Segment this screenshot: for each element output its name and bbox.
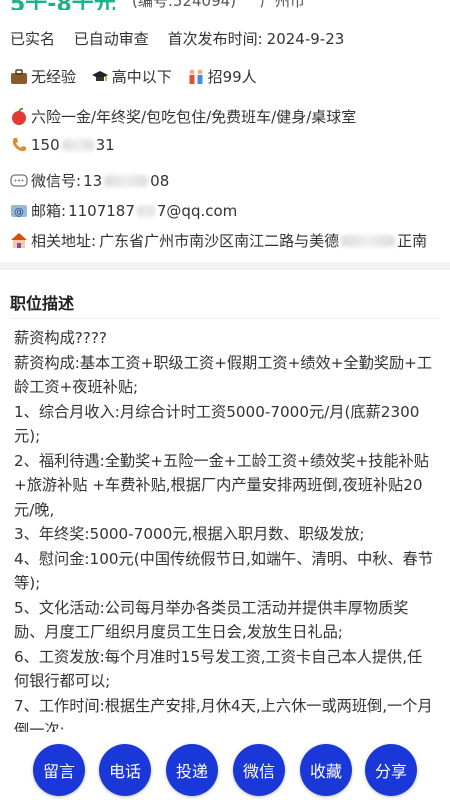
desc-line: 4、慰问金:100元(中国传统假节日,如端午、清明、中秋、春节等); <box>14 549 434 593</box>
action-bar: 留言 电话 投递 微信 收藏 分享 <box>0 742 450 800</box>
tag-recruit: 招99人 <box>187 66 257 87</box>
job-code: (编号:524094) <box>132 0 237 10</box>
wechat-button[interactable]: 微信 <box>233 744 285 796</box>
graduation-cap-icon <box>91 70 108 81</box>
svg-text:@: @ <box>14 207 24 218</box>
phone-row[interactable]: 150 31 <box>10 136 446 154</box>
publish-time: 首次发布时间: 2024-9-23 <box>167 30 345 48</box>
call-button[interactable]: 电话 <box>99 744 151 796</box>
people-icon <box>189 69 203 84</box>
desc-line: 5、文化活动:公司每月举办各类员工活动并提供丰厚物质奖励、月度工厂组织月度员工生… <box>14 598 409 642</box>
desc-line: 7、工作时间:根据生产安排,月休4天,上六休一或两班倒,一个月倒一次; <box>14 696 433 733</box>
title-rule <box>10 318 440 319</box>
wechat-row[interactable]: 微信号: 13 08 <box>10 170 446 191</box>
chat-bubble-icon <box>10 173 28 187</box>
meta-row: 已实名 已自动审查 首次发布时间: 2024-9-23 <box>10 28 358 49</box>
section-divider <box>0 262 450 270</box>
email-icon: @ <box>11 204 27 218</box>
message-button[interactable]: 留言 <box>33 744 85 796</box>
city: 广州市 <box>260 0 306 10</box>
desc-line: 6、工资发放:每个月准时15号发工资,工资卡自己本人提供,任何银行都可以; <box>14 647 423 691</box>
section-title: 职位描述 <box>10 294 75 313</box>
tag-experience: 无经验 <box>10 66 76 87</box>
masked-digits <box>136 204 155 217</box>
share-button[interactable]: 分享 <box>365 744 417 796</box>
auto-review-label: 已自动审查 <box>73 30 149 48</box>
masked-digits <box>61 139 94 151</box>
apple-icon <box>12 107 26 125</box>
address-row[interactable]: 相关地址: 广东省广州市南沙区南江二路与美德 正南 <box>10 230 446 251</box>
verified-label: 已实名 <box>10 30 56 48</box>
apply-button[interactable]: 投递 <box>166 744 218 796</box>
desc-line: 薪资构成:基本工资+职级工资+假期工资+绩效+全勤奖励+工龄工资+夜班补贴; <box>14 353 433 397</box>
job-description: 薪资构成???? 薪资构成:基本工资+职级工资+假期工资+绩效+全勤奖励+工龄工… <box>14 326 434 732</box>
desc-line: 2、福利待遇:全勤奖+五险一金+工龄工资+绩效奖+技能补贴+旅游补贴 +车费补贴… <box>14 451 429 519</box>
house-icon <box>11 232 27 248</box>
desc-line: 3、年终奖:5000-7000元,根据入职月数、职级发放; <box>14 525 365 543</box>
favorite-button[interactable]: 收藏 <box>300 744 352 796</box>
desc-line: 薪资构成???? <box>14 329 107 347</box>
phone-icon <box>12 138 26 152</box>
briefcase-icon <box>11 68 27 84</box>
tag-education: 高中以下 <box>91 66 172 87</box>
email-row[interactable]: @ 邮箱: 1107187 7@qq.com <box>10 200 446 221</box>
header-partial: 5千-8千元 (编号:524094) 广州市 <box>0 0 450 10</box>
masked-digits <box>104 174 149 187</box>
job-tags: 无经验 高中以下 招99人 <box>10 66 267 90</box>
desc-line: 1、综合月收入:月综合计时工资5000-7000元/月(底薪2300元); <box>14 402 420 446</box>
salary: 5千-8千元 <box>10 0 116 10</box>
benefits: 六险一金/年终奖/包吃包住/免费班车/健身/桌球室 <box>10 106 446 127</box>
masked-address <box>341 234 396 247</box>
